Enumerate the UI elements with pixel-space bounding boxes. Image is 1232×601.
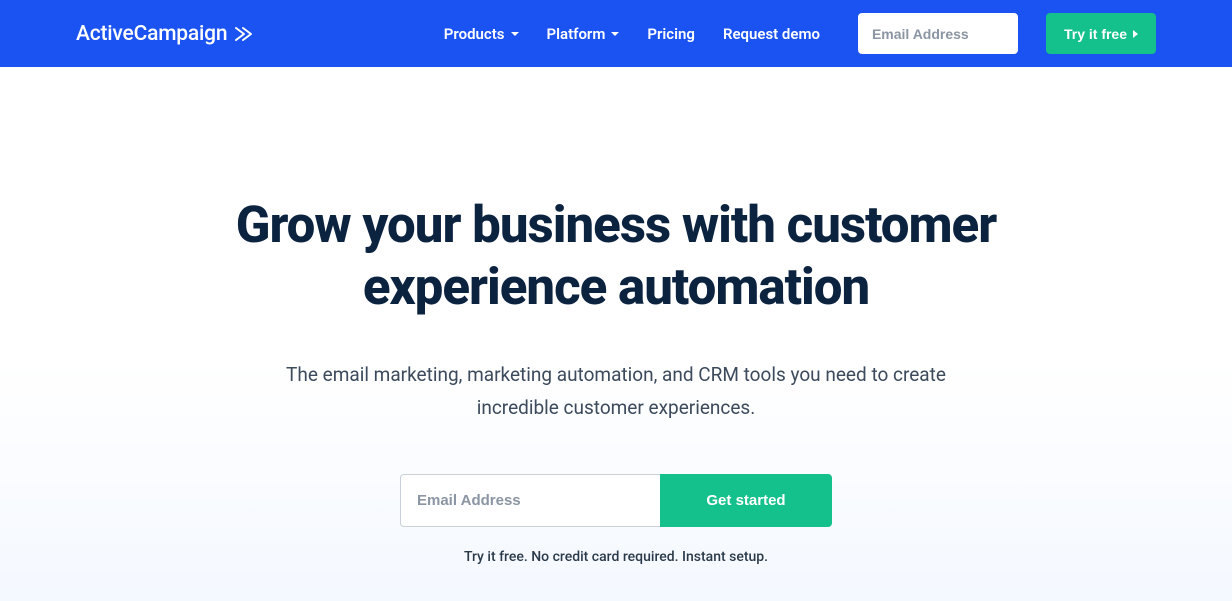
hero-subtitle: The email marketing, marketing automatio… [286,359,946,424]
play-triangle-icon [1133,30,1138,38]
header-email-input[interactable] [858,13,1018,54]
hero-disclaimer: Try it free. No credit card required. In… [0,549,1232,565]
nav-products-label: Products [444,25,505,43]
nav-products[interactable]: Products [444,25,519,43]
hero-section: Grow your business with customer experie… [0,67,1232,565]
top-header: ActiveCampaign Products Platform Pricing… [0,0,1232,67]
nav-platform-label: Platform [547,25,606,43]
chevron-down-icon [611,32,619,36]
nav-pricing-label: Pricing [647,25,695,43]
try-free-label: Try it free [1064,26,1127,42]
hero-title: Grow your business with customer experie… [166,195,1066,319]
try-it-free-button[interactable]: Try it free [1046,13,1156,54]
main-nav: Products Platform Pricing Request demo T… [444,13,1156,54]
logo-arrows-icon [235,26,253,42]
logo-text: ActiveCampaign [76,22,227,46]
get-started-button[interactable]: Get started [660,474,832,527]
chevron-down-icon [511,32,519,36]
logo[interactable]: ActiveCampaign [76,22,253,46]
hero-signup-form: Get started [400,474,832,527]
nav-pricing[interactable]: Pricing [647,25,695,43]
hero-email-input[interactable] [400,474,660,527]
nav-request-demo[interactable]: Request demo [723,25,820,43]
nav-platform[interactable]: Platform [547,25,620,43]
nav-request-demo-label: Request demo [723,25,820,43]
